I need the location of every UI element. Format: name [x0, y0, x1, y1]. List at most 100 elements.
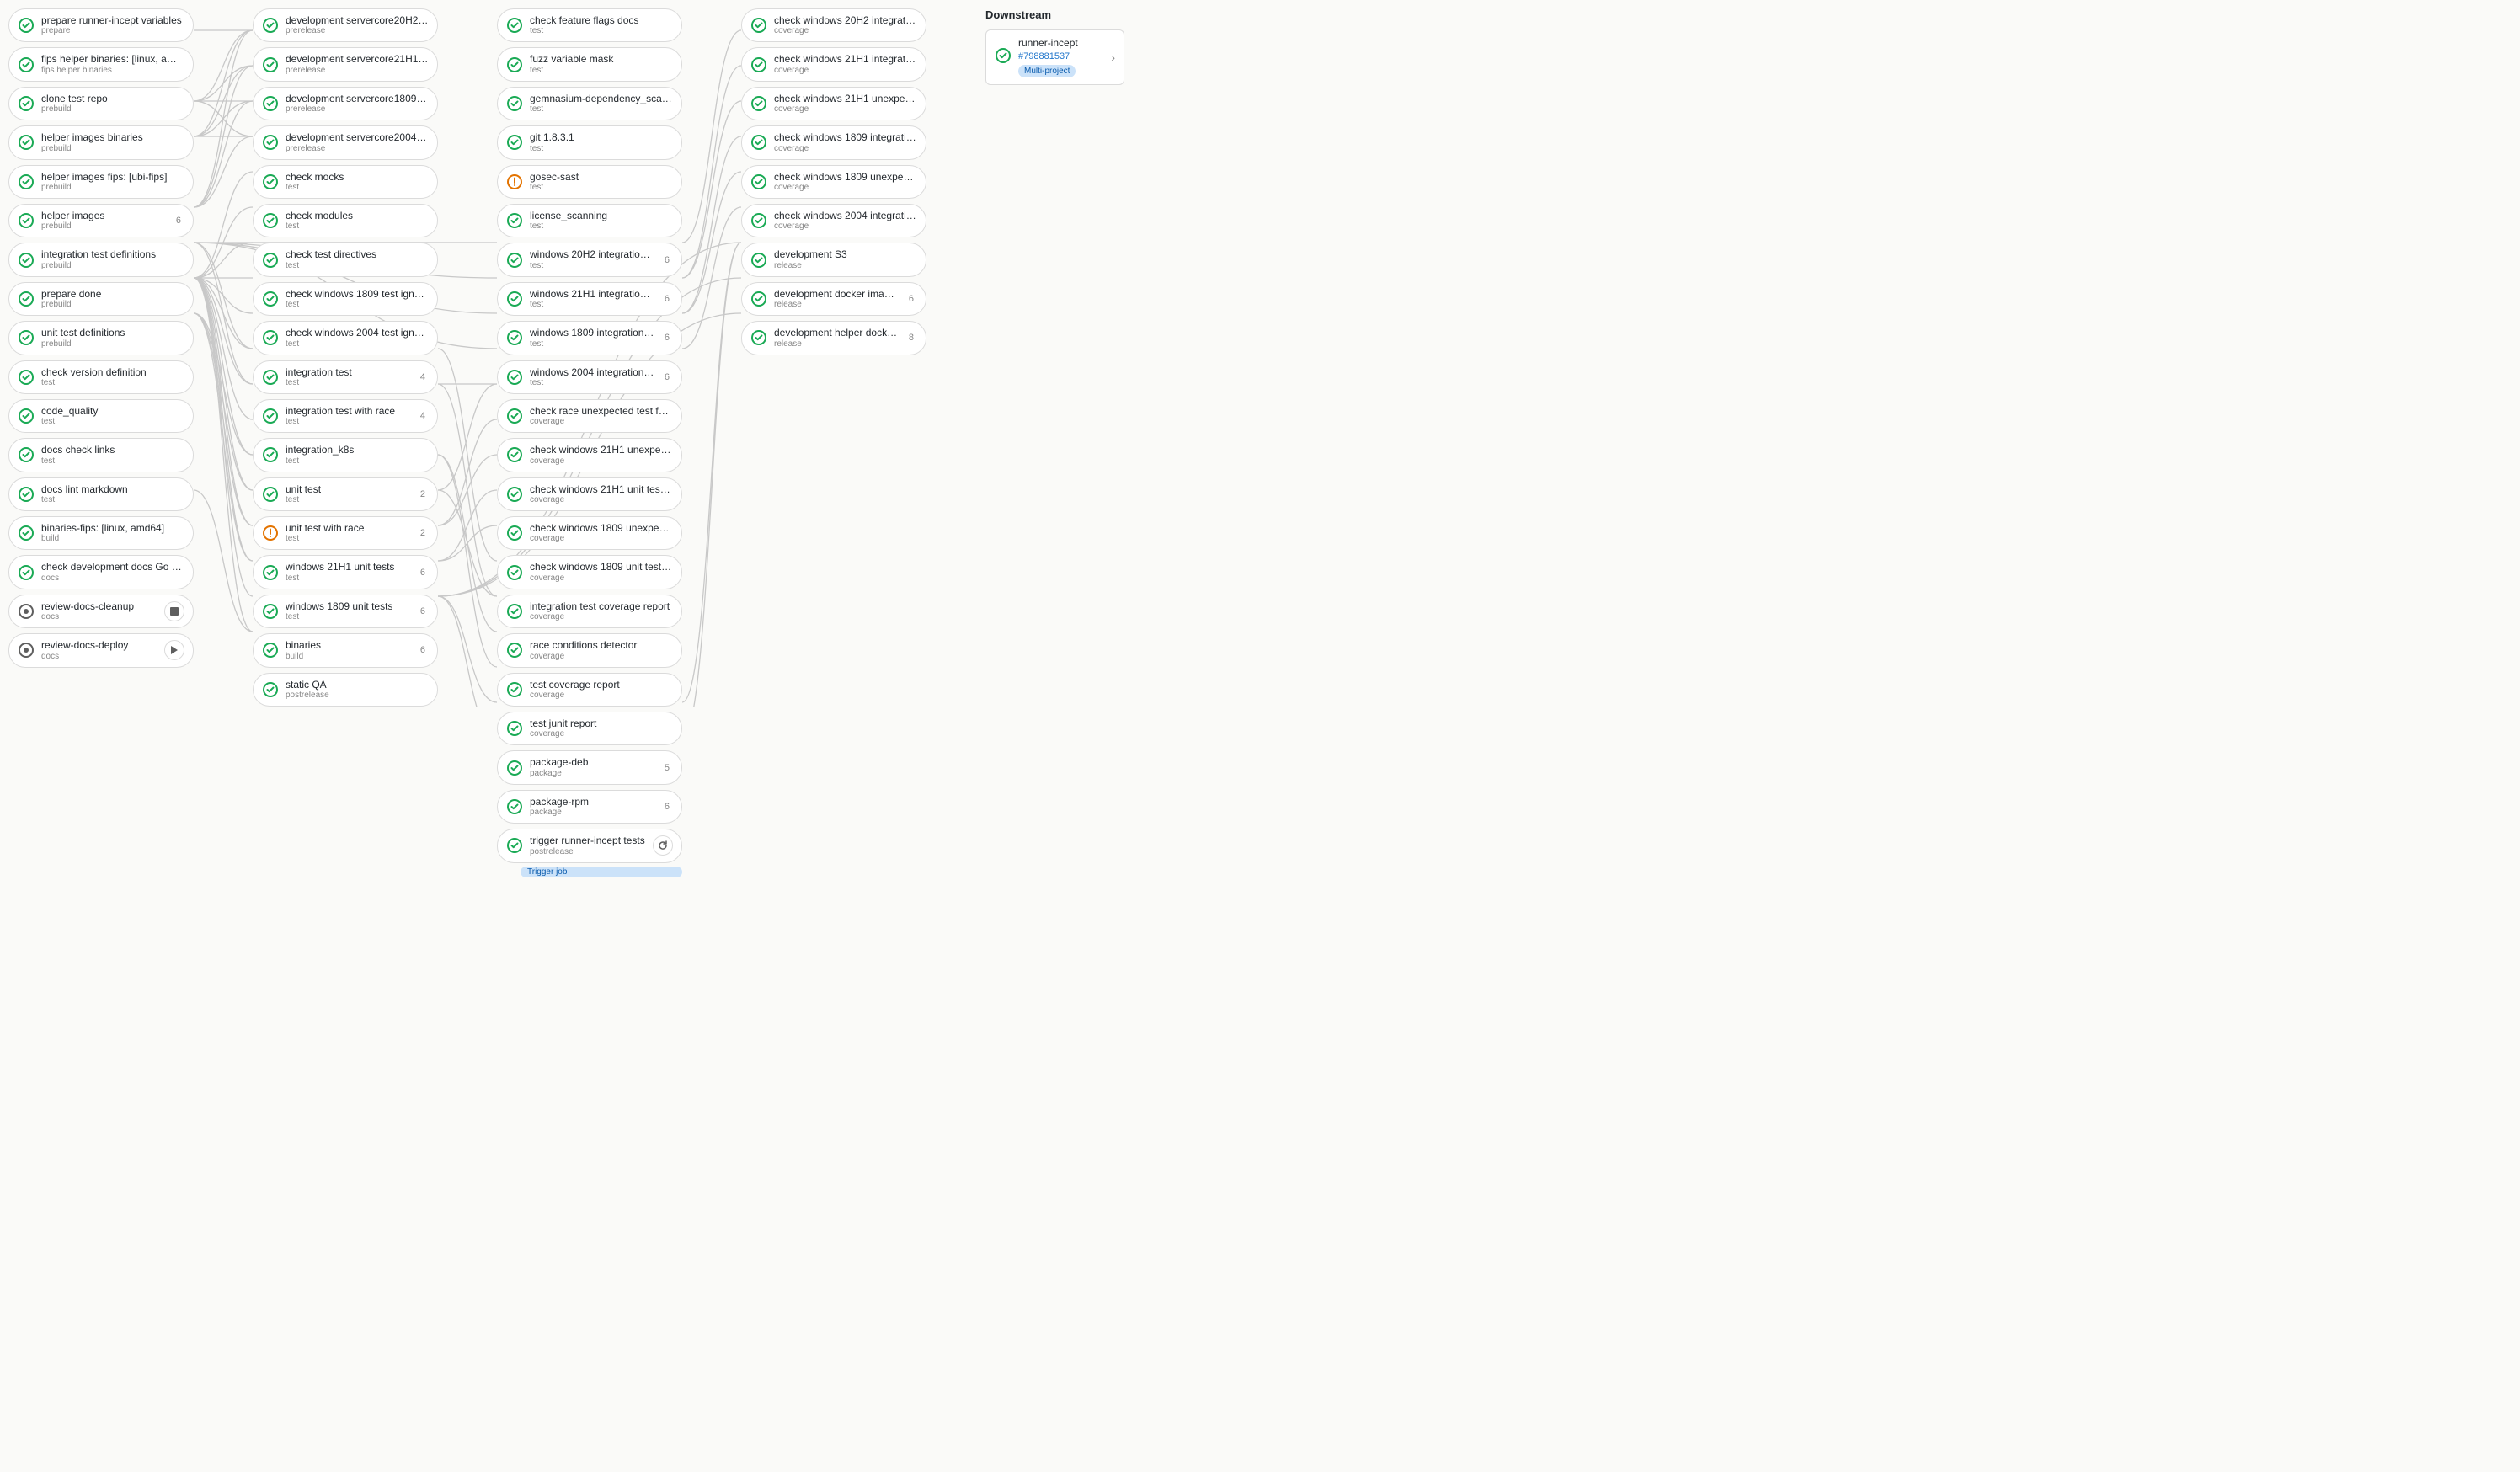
stop-action-button[interactable] [164, 601, 184, 621]
job-card[interactable]: helper images binariesprebuild [8, 125, 194, 159]
job-stage: test [530, 66, 673, 76]
job-card[interactable]: race conditions detectorcoverage [497, 633, 682, 667]
job-card[interactable]: git 1.8.3.1test [497, 125, 682, 159]
job-card[interactable]: development helper docker imagesrelease8 [741, 321, 926, 355]
job-card[interactable]: development S3release [741, 243, 926, 276]
job-card[interactable]: check windows 1809 integration test fail… [741, 125, 926, 159]
job-card[interactable]: test junit reportcoverage [497, 712, 682, 745]
job-card[interactable]: binaries-fips: [linux, amd64]build [8, 516, 194, 550]
job-card[interactable]: check windows 2004 integration test fail… [741, 204, 926, 237]
job-text: check test directivestest [286, 248, 429, 270]
job-card[interactable]: fuzz variable masktest [497, 47, 682, 81]
job-card[interactable]: integration testtest4 [253, 360, 438, 394]
job-card[interactable]: development docker imagesrelease6 [741, 282, 926, 316]
job-card[interactable]: check windows 2004 test ignore listtest [253, 321, 438, 355]
job-card[interactable]: windows 1809 unit teststest6 [253, 595, 438, 628]
job-card[interactable]: check development docs Go versiondocs [8, 555, 194, 589]
job-card[interactable]: check windows 21H1 integration test fail… [741, 47, 926, 81]
job-card[interactable]: prepare runner-incept variablesprepare [8, 8, 194, 42]
job-card[interactable]: static QApostrelease [253, 673, 438, 707]
job-card[interactable]: check windows 1809 unexpected unit test … [497, 516, 682, 550]
job-card[interactable]: windows 1809 integration teststest6 [497, 321, 682, 355]
job-card[interactable]: check windows 1809 unexpected integratio… [741, 165, 926, 199]
job-card[interactable]: review-docs-cleanupdocs [8, 595, 194, 628]
job-card[interactable]: clone test repoprebuild [8, 87, 194, 120]
status-success-icon [262, 329, 279, 346]
job-stage: test [286, 221, 429, 232]
job-card[interactable]: check windows 21H1 unexpected integratio… [741, 87, 926, 120]
job-stage: test [530, 300, 654, 310]
status-success-icon [262, 408, 279, 424]
job-name: check test directives [286, 248, 429, 260]
job-card[interactable]: gemnasium-dependency_scanningtest [497, 87, 682, 120]
downstream-id[interactable]: #798881537 [1018, 51, 1104, 62]
job-card[interactable]: integration_k8stest [253, 438, 438, 472]
job-card[interactable]: windows 20H2 integration teststest6 [497, 243, 682, 276]
job-card[interactable]: binariesbuild6 [253, 633, 438, 667]
job-card[interactable]: unit testtest2 [253, 477, 438, 511]
status-success-icon [262, 212, 279, 229]
play-action-button[interactable] [164, 640, 184, 660]
job-card[interactable]: check version definitiontest [8, 360, 194, 394]
job-card[interactable]: check windows 1809 unit test failurescov… [497, 555, 682, 589]
job-card[interactable]: check windows 1809 test ignore listtest [253, 282, 438, 316]
job-stage: test [286, 612, 410, 622]
job-stage: prebuild [41, 221, 166, 232]
job-card[interactable]: check race unexpected test failurescover… [497, 399, 682, 433]
job-card[interactable]: windows 21H1 integration teststest6 [497, 282, 682, 316]
pipeline-column: prepare runner-incept variablesprepare fi… [8, 8, 194, 668]
job-card[interactable]: helper images fips: [ubi-fips]prebuild [8, 165, 194, 199]
job-card[interactable]: check feature flags docstest [497, 8, 682, 42]
job-card[interactable]: unit test definitionsprebuild [8, 321, 194, 355]
job-text: check feature flags docstest [530, 14, 673, 36]
job-card[interactable]: development servercore1809 helper docker… [253, 87, 438, 120]
job-card[interactable]: review-docs-deploydocs [8, 633, 194, 667]
job-card[interactable]: windows 2004 integration teststest6 [497, 360, 682, 394]
job-card[interactable]: integration test with racetest4 [253, 399, 438, 433]
job-card[interactable]: check windows 21H1 unexpected unit test … [497, 438, 682, 472]
job-card[interactable]: check modulestest [253, 204, 438, 237]
job-name: integration test with race [286, 405, 410, 417]
job-card[interactable]: check windows 20H2 integration test fail… [741, 8, 926, 42]
job-card[interactable]: helper imagesprebuild6 [8, 204, 194, 237]
job-card[interactable]: prepare doneprebuild [8, 282, 194, 316]
job-card[interactable]: code_qualitytest [8, 399, 194, 433]
job-name: race conditions detector [530, 639, 673, 651]
job-card[interactable]: check windows 21H1 unit test failurescov… [497, 477, 682, 511]
status-success-icon [506, 486, 523, 503]
job-text: check windows 1809 test ignore listtest [286, 288, 429, 310]
job-card[interactable]: check mockstest [253, 165, 438, 199]
downstream-card[interactable]: runner-incept#798881537Multi-project› [985, 29, 1124, 85]
job-card[interactable]: fips helper binaries: [linux, amd64]fips… [8, 47, 194, 81]
job-card[interactable]: integration test definitionsprebuild [8, 243, 194, 276]
job-card[interactable]: package-rpmpackage6 [497, 790, 682, 824]
job-card[interactable]: test coverage reportcoverage [497, 673, 682, 707]
status-success-icon [750, 329, 767, 346]
job-card[interactable]: integration test coverage reportcoverage [497, 595, 682, 628]
job-card[interactable]: unit test with racetest2 [253, 516, 438, 550]
job-stage: test [286, 261, 429, 271]
job-card[interactable]: gosec-sasttest [497, 165, 682, 199]
status-success-icon [506, 564, 523, 581]
job-count-badge: 2 [417, 489, 429, 499]
job-card[interactable]: development servercore21H1 helper docker… [253, 47, 438, 81]
job-text: package-rpmpackage [530, 796, 654, 818]
chevron-right-icon[interactable]: › [1111, 51, 1115, 64]
job-stage: prerelease [286, 26, 429, 36]
job-card[interactable]: license_scanningtest [497, 204, 682, 237]
job-card[interactable]: development servercore2004 helper docker… [253, 125, 438, 159]
job-text: windows 20H2 integration teststest [530, 248, 654, 270]
job-text: docs lint markdowntest [41, 483, 184, 505]
job-card[interactable]: docs check linkstest [8, 438, 194, 472]
job-card[interactable]: trigger runner-incept testspostrelease [497, 829, 682, 862]
job-text: integration test definitionsprebuild [41, 248, 184, 270]
status-success-icon [506, 252, 523, 269]
retry-action-button[interactable] [653, 835, 673, 856]
job-text: helper images binariesprebuild [41, 131, 184, 153]
job-card[interactable]: docs lint markdowntest [8, 477, 194, 511]
job-card[interactable]: package-debpackage5 [497, 750, 682, 784]
job-card[interactable]: windows 21H1 unit teststest6 [253, 555, 438, 589]
job-text: gemnasium-dependency_scanningtest [530, 93, 673, 115]
job-card[interactable]: development servercore20H2 helper docker… [253, 8, 438, 42]
job-card[interactable]: check test directivestest [253, 243, 438, 276]
